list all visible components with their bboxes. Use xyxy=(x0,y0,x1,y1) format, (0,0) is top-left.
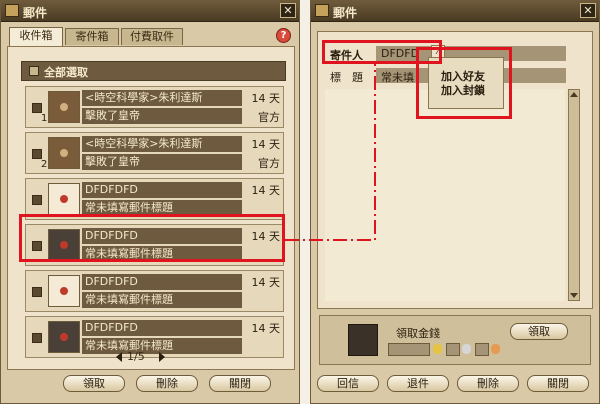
tab-inbox[interactable]: 收件箱 xyxy=(9,27,63,46)
mail-row-subject: 擊敗了皇帝 xyxy=(82,108,242,124)
left-mail-window: 郵件 ✕ 收件箱 寄件箱 付費取件 ? 全部選取 1 <時空科學家>朱利達斯 14 … xyxy=(0,0,300,404)
help-icon[interactable]: ? xyxy=(276,28,291,43)
return-button[interactable]: 退件 xyxy=(387,375,449,392)
mail-row-checkbox[interactable] xyxy=(32,149,42,159)
subject-label: 標 題 xyxy=(330,71,363,84)
close-icon[interactable]: ✕ xyxy=(280,3,296,18)
tab-outbox-label: 寄件箱 xyxy=(75,30,109,43)
right-titlebar[interactable]: 郵件 ✕ xyxy=(311,1,599,22)
mail-row-days: 14 天 xyxy=(251,138,281,151)
mail-seal-icon xyxy=(60,103,68,111)
close-mail-button-label: 關閉 xyxy=(547,377,569,390)
mail-row[interactable]: 2 <時空科學家>朱利達斯 14 天擊敗了皇帝 官方 xyxy=(25,132,284,174)
money-field-gold xyxy=(388,343,430,356)
prev-page-icon[interactable] xyxy=(116,352,122,362)
left-titlebar[interactable]: 郵件 ✕ xyxy=(1,1,299,22)
take-button-label: 領取 xyxy=(83,377,105,390)
money-item-slot[interactable] xyxy=(348,324,378,356)
delete-button-label: 刪除 xyxy=(156,377,178,390)
close-icon[interactable]: ✕ xyxy=(580,3,596,18)
mail-seal-icon xyxy=(60,149,68,157)
mail-seal-icon xyxy=(60,195,68,203)
mail-row-source: 官方 xyxy=(258,111,280,124)
envelope-open-icon xyxy=(48,275,80,307)
delete-mail-button-label: 刪除 xyxy=(477,377,499,390)
mail-window-icon xyxy=(5,4,19,17)
scroll-up-icon[interactable] xyxy=(570,92,578,97)
mail-row-checkbox[interactable] xyxy=(32,333,42,343)
gold-coin-icon xyxy=(433,344,442,354)
mail-body-area xyxy=(325,89,565,301)
mail-badge: 2 xyxy=(41,159,48,170)
mail-row-source: 官方 xyxy=(258,157,280,170)
silver-coin-icon xyxy=(462,344,471,354)
mail-row-checkbox[interactable] xyxy=(32,103,42,113)
close-button[interactable]: 關閉 xyxy=(209,375,271,392)
next-page-icon[interactable] xyxy=(159,352,165,362)
page-indicator: 1/5 xyxy=(127,350,145,363)
tab-inbox-label: 收件箱 xyxy=(19,29,53,42)
mail-row-title: DFDFDFD xyxy=(82,274,242,290)
delete-mail-button[interactable]: 刪除 xyxy=(457,375,519,392)
money-panel: 領取金錢 領取 xyxy=(319,315,591,365)
mail-row-days: 14 天 xyxy=(251,322,281,335)
tab-outbox[interactable]: 寄件箱 xyxy=(65,28,119,45)
left-window-title: 郵件 xyxy=(23,6,48,20)
mail-row-title: DFDFDFD xyxy=(82,182,242,198)
mail-row-title: <時空科學家>朱利達斯 xyxy=(82,90,242,106)
select-all-checkbox[interactable] xyxy=(29,66,39,76)
mail-window-icon xyxy=(315,4,329,17)
mail-row-subject: 常未填寫郵件標題 xyxy=(82,292,242,308)
reply-button-label: 回信 xyxy=(337,377,359,390)
close-mail-button[interactable]: 關閉 xyxy=(527,375,589,392)
mail-row-title: <時空科學家>朱利達斯 xyxy=(82,136,242,152)
money-field-silver xyxy=(446,343,460,356)
delete-button[interactable]: 刪除 xyxy=(136,375,198,392)
mail-row-subject: 擊敗了皇帝 xyxy=(82,154,242,170)
take-button[interactable]: 領取 xyxy=(63,375,125,392)
mail-row-days: 14 天 xyxy=(251,276,281,289)
tab-paid-pickup[interactable]: 付費取件 xyxy=(121,28,183,45)
mail-row-title: DFDFDFD xyxy=(82,320,242,336)
copper-coin-icon xyxy=(491,344,500,354)
take-money-button[interactable]: 領取 xyxy=(510,323,568,340)
select-all-label: 全部選取 xyxy=(44,66,88,79)
tab-paid-pickup-label: 付費取件 xyxy=(130,30,174,43)
right-window-title: 郵件 xyxy=(333,6,358,20)
mail-seal-icon xyxy=(60,287,68,295)
money-field-copper xyxy=(475,343,489,356)
close-button-label: 關閉 xyxy=(229,377,251,390)
mail-row-checkbox[interactable] xyxy=(32,195,42,205)
subject-value: 常未填 xyxy=(381,71,414,84)
take-money-label: 領取金錢 xyxy=(396,327,440,340)
mail-row[interactable]: 1 <時空科學家>朱利達斯 14 天擊敗了皇帝 官方 xyxy=(25,86,284,128)
mail-row-days: 14 天 xyxy=(251,92,281,105)
take-money-button-label: 領取 xyxy=(528,325,550,338)
mail-seal-icon xyxy=(60,333,68,341)
scroll-down-icon[interactable] xyxy=(570,293,578,298)
highlight-context-menu xyxy=(416,47,512,119)
mail-body-scrollbar[interactable] xyxy=(568,89,580,301)
mail-row[interactable]: DFDFDFD 14 天常未填寫郵件標題 xyxy=(25,270,284,312)
return-button-label: 退件 xyxy=(407,377,429,390)
mail-row-checkbox[interactable] xyxy=(32,287,42,297)
reply-button[interactable]: 回信 xyxy=(317,375,379,392)
pager: 1/5 xyxy=(116,350,166,364)
envelope-dark-icon xyxy=(48,321,80,353)
package-icon: 2 xyxy=(41,137,80,170)
package-icon: 1 xyxy=(41,91,80,124)
mail-badge: 1 xyxy=(41,113,48,124)
select-all-bar[interactable]: 全部選取 xyxy=(21,61,286,81)
envelope-open-icon xyxy=(48,183,80,215)
mail-row-days: 14 天 xyxy=(251,184,281,197)
highlight-selected-mail xyxy=(19,214,285,262)
